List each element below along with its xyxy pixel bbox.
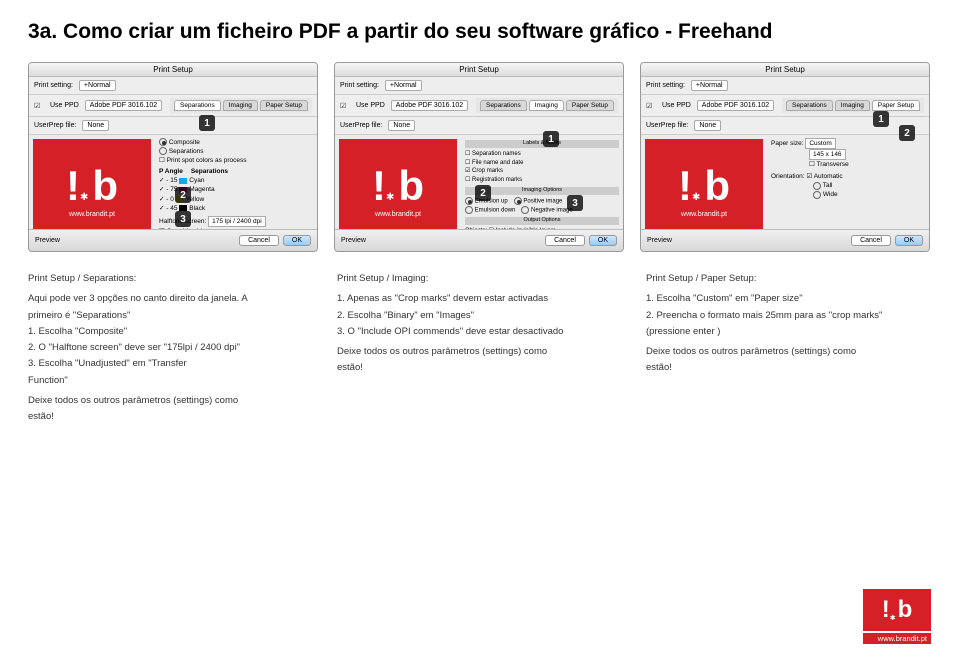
- color-row-0: ✓ - 15 Cyan: [159, 176, 313, 185]
- col3-i2: 2. Preencha o formato mais 25mm para as …: [646, 309, 931, 323]
- footer-logo: !✱b www.brandit.pt: [863, 589, 931, 644]
- col1-leave2: estão!: [28, 410, 313, 424]
- tabs: Separations Imaging Paper Setup: [170, 98, 312, 113]
- halftone-value: 175 lpi / 2400 dpi: [208, 216, 266, 227]
- print-setting-value: +Normal: [79, 80, 116, 91]
- callout-1: 1: [873, 111, 889, 127]
- col3-leave1: Deixe todos os outros parâmetros (settin…: [646, 345, 931, 359]
- cancel-button: Cancel: [239, 235, 279, 246]
- callout-2: 2: [899, 125, 915, 141]
- callout-3: 3: [567, 195, 583, 211]
- page-title: 3a. Como criar um ficheiro PDF a partir …: [28, 20, 931, 44]
- use-ppd-label: Use PPD: [50, 102, 79, 109]
- header-row1: Print setting: +Normal: [641, 77, 929, 95]
- tab-separations: Separations: [174, 100, 221, 111]
- tab-imaging: Imaging: [223, 100, 258, 111]
- col3-i2b: (pressione enter ): [646, 325, 931, 339]
- col-paper: Print Setup / Paper Setup: 1. Escolha "C…: [646, 272, 931, 426]
- callout-1: 1: [199, 115, 215, 131]
- screenshot-imaging: Print Setup Print setting: +Normal ☑Use …: [334, 62, 624, 252]
- window-title: Print Setup: [641, 63, 929, 77]
- footer-url: www.brandit.pt: [863, 633, 931, 644]
- userprep-value: None: [82, 120, 109, 131]
- col3-leave2: estão!: [646, 361, 931, 375]
- screenshot-row: Print Setup Print setting: +Normal ☑ Use…: [28, 62, 931, 252]
- header-row2: ☑ Use PPD Adobe PDF 3016.102 Separations…: [29, 95, 317, 117]
- print-setting-label: Print setting:: [34, 82, 73, 89]
- col-separations: Print Setup / Separations: Aqui pode ver…: [28, 272, 313, 426]
- header-row3: UserPrep file: None: [29, 117, 317, 135]
- col3-heading: Print Setup / Paper Setup:: [646, 272, 931, 286]
- window-title: Print Setup: [335, 63, 623, 77]
- header-row2: ☑Use PPD Adobe PDF 3016.102 Separations …: [335, 95, 623, 117]
- window-title: Print Setup: [29, 63, 317, 77]
- ppd-name: Adobe PDF 3016.102: [85, 100, 162, 111]
- userprep-label: UserPrep file:: [34, 122, 76, 129]
- sep-head: Separations: [191, 167, 228, 176]
- screenshot-separations: Print Setup Print setting: +Normal ☑ Use…: [28, 62, 318, 252]
- col2-i2: 2. Escolha "Binary" em "Images": [337, 309, 622, 323]
- col-imaging: Print Setup / Imaging: 1. Apenas as "Cro…: [337, 272, 622, 426]
- instruction-columns: Print Setup / Separations: Aqui pode ver…: [28, 272, 931, 426]
- tab-paper: Paper Setup: [260, 100, 308, 111]
- header-row3: UserPrep file: None: [335, 117, 623, 135]
- col1-intro2: primeiro é "Separations": [28, 309, 313, 323]
- callout-2: 2: [475, 185, 491, 201]
- col1-i3b: Function": [28, 374, 313, 388]
- pangle-head: P Angle: [159, 167, 183, 176]
- composite-opt: Composite: [169, 139, 200, 146]
- col1-heading: Print Setup / Separations:: [28, 272, 313, 286]
- print-spot: Print spot colors as process: [167, 157, 247, 164]
- col2-heading: Print Setup / Imaging:: [337, 272, 622, 286]
- col1-leave1: Deixe todos os outros parâmetros (settin…: [28, 394, 313, 408]
- callout-3: 3: [175, 211, 191, 227]
- col1-i1: 1. Escolha "Composite": [28, 325, 313, 339]
- col1-intro1: Aqui pode ver 3 opções no canto direito …: [28, 292, 313, 306]
- col2-i3: 3. O "Include OPI commends" deve estar d…: [337, 325, 622, 339]
- callout-2: 2: [175, 187, 191, 203]
- col1-i2: 2. O "Halftone screen" deve ser "175lpi …: [28, 341, 313, 355]
- separations-opt: Separations: [169, 148, 204, 155]
- logo-url: www.brandit.pt: [69, 211, 115, 218]
- callout-1: 1: [543, 131, 559, 147]
- col3-i1: 1. Escolha "Custom" em "Paper size": [646, 292, 931, 306]
- ok-button: OK: [283, 235, 311, 246]
- col2-leave2: estão!: [337, 361, 622, 375]
- use-ppd-check: ☑: [34, 102, 44, 110]
- header-row1: Print setting: +Normal: [335, 77, 623, 95]
- col2-leave1: Deixe todos os outros parâmetros (settin…: [337, 345, 622, 359]
- screenshot-paper: Print Setup Print setting: +Normal ☑Use …: [640, 62, 930, 252]
- col1-i3: 3. Escolha "Unadjusted" em "Transfer: [28, 357, 313, 371]
- dialog-footer: Preview Cancel OK: [641, 229, 929, 251]
- col2-i1: 1. Apenas as "Crop marks" devem estar ac…: [337, 292, 622, 306]
- dialog-footer: Preview Cancel OK: [29, 229, 317, 251]
- preview-label: Preview: [35, 237, 60, 244]
- dialog-footer: Preview Cancel OK: [335, 229, 623, 251]
- header-row1: Print setting: +Normal: [29, 77, 317, 95]
